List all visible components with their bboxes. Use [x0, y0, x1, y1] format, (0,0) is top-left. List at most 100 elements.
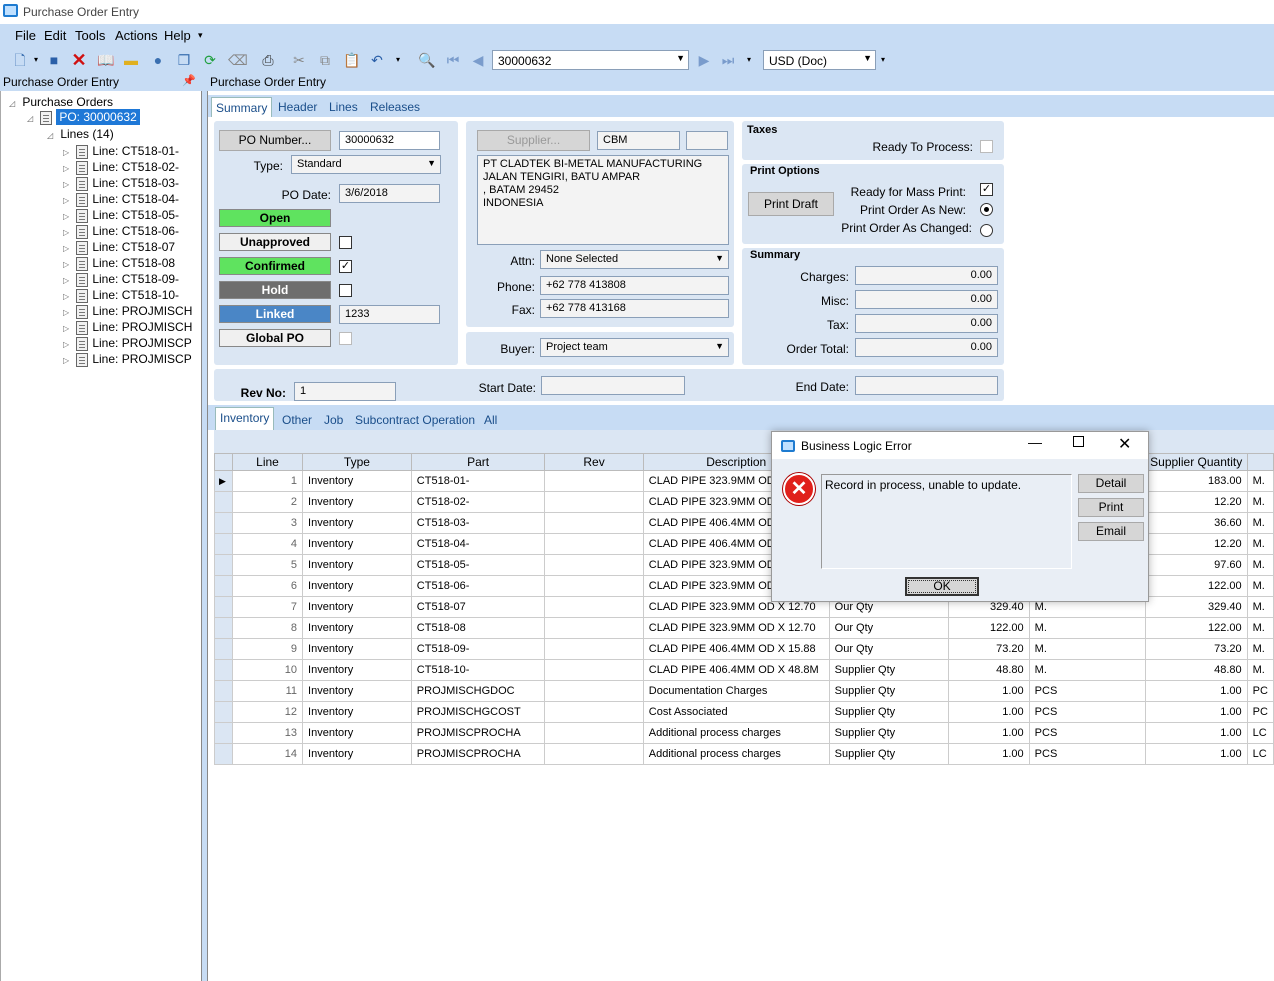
expand-icon[interactable]: ▷: [63, 340, 73, 349]
grid-cell-rev[interactable]: [544, 722, 644, 744]
grid-cell-line[interactable]: 6: [231, 575, 304, 597]
grid-cell-supqty[interactable]: 1.00: [1144, 701, 1248, 723]
expand-icon[interactable]: ▷: [63, 260, 73, 269]
expand-icon[interactable]: ▷: [63, 164, 73, 173]
grid-cell-uom[interactable]: PCS: [1028, 701, 1146, 723]
charges-field[interactable]: 0.00: [855, 266, 998, 285]
grid-cell-suom[interactable]: M.: [1246, 659, 1274, 681]
expand-icon[interactable]: ▷: [63, 292, 73, 301]
row-selector[interactable]: [214, 659, 233, 681]
grid-cell-supqty[interactable]: 73.20: [1144, 638, 1248, 660]
grid-cell-ourqty[interactable]: 1.00: [947, 680, 1030, 702]
fax-field[interactable]: +62 778 413168: [540, 299, 729, 318]
supplier-button[interactable]: Supplier...: [477, 130, 590, 151]
column-header-rev[interactable]: Rev: [544, 453, 644, 471]
expand-icon[interactable]: ▷: [63, 308, 73, 317]
start-date-field[interactable]: [541, 376, 685, 395]
grid-cell-part[interactable]: PROJMISCHGDOC: [410, 680, 546, 702]
unapproved-checkbox[interactable]: [339, 236, 352, 249]
menu-tools[interactable]: Tools: [75, 28, 105, 43]
tab-all[interactable]: All: [484, 413, 497, 427]
row-selector[interactable]: [214, 680, 233, 702]
grid-cell-suom[interactable]: LC: [1246, 743, 1274, 765]
table-row[interactable]: 14 Inventory PROJMISCPROCHA Additional proc…: [214, 743, 1274, 765]
ok-button[interactable]: OK: [905, 577, 979, 596]
column-header-supplier-uom[interactable]: [1246, 453, 1274, 471]
grid-cell-line[interactable]: 10: [231, 659, 304, 681]
grid-cell-type[interactable]: Inventory: [302, 701, 412, 723]
tree-node-line[interactable]: ▷ Line: PROJMISCP: [63, 352, 192, 367]
expand-icon[interactable]: ▷: [63, 148, 73, 157]
grid-cell-rev[interactable]: [544, 533, 644, 555]
grid-cell-line[interactable]: 1: [231, 470, 304, 492]
grid-cell-type[interactable]: Inventory: [302, 722, 412, 744]
table-row[interactable]: 8 Inventory CT518-08 CLAD PIPE 323.9MM OD X…: [214, 617, 1274, 639]
pin-icon[interactable]: 📌: [182, 74, 196, 87]
grid-cell-supqty[interactable]: 1.00: [1144, 743, 1248, 765]
row-selector[interactable]: [214, 575, 233, 597]
grid-cell-suom[interactable]: M.: [1246, 512, 1274, 534]
order-total-field[interactable]: 0.00: [855, 338, 998, 357]
grid-cell-suom[interactable]: M.: [1246, 533, 1274, 555]
grid-cell-type[interactable]: Inventory: [302, 491, 412, 513]
grid-cell-supqty[interactable]: 329.40: [1144, 596, 1248, 618]
grid-cell-rev[interactable]: [544, 512, 644, 534]
tab-subcontract-operation[interactable]: Subcontract Operation: [355, 413, 475, 427]
tree-node-line[interactable]: ▷ Line: PROJMISCH: [63, 304, 192, 319]
tree-node-lines[interactable]: ◿ Lines (14): [47, 127, 114, 141]
grid-cell-supqty[interactable]: 12.20: [1144, 533, 1248, 555]
row-selector[interactable]: [214, 701, 233, 723]
tree-node-line[interactable]: ▷ Line: CT518-08: [63, 256, 175, 271]
row-selector[interactable]: [214, 638, 233, 660]
grid-cell-ourqty[interactable]: 122.00: [947, 617, 1030, 639]
rev-field[interactable]: 1: [294, 382, 396, 401]
column-header-line[interactable]: Line: [231, 453, 304, 471]
grid-cell-line[interactable]: 11: [231, 680, 304, 702]
grid-cell-rev[interactable]: [544, 638, 644, 660]
grid-cell-desc[interactable]: Additional process charges: [642, 743, 830, 765]
grid-cell-supqty[interactable]: 48.80: [1144, 659, 1248, 681]
menu-help[interactable]: Help: [164, 28, 191, 43]
grid-cell-suom[interactable]: M.: [1246, 491, 1274, 513]
row-selector[interactable]: [214, 533, 233, 555]
row-selector[interactable]: [214, 722, 233, 744]
tab-inventory[interactable]: Inventory: [215, 407, 275, 430]
po-number-button[interactable]: PO Number...: [219, 130, 331, 151]
grid-cell-desc[interactable]: CLAD PIPE 406.4MM OD X 15.88: [642, 638, 830, 660]
grid-cell-ourqty[interactable]: 1.00: [947, 722, 1030, 744]
tab-other[interactable]: Other: [282, 413, 312, 427]
grid-cell-line[interactable]: 8: [231, 617, 304, 639]
tab-releases[interactable]: Releases: [370, 100, 420, 114]
tab-lines[interactable]: Lines: [329, 100, 358, 114]
print-as-new-radio[interactable]: [980, 203, 993, 216]
grid-cell-rev[interactable]: [544, 470, 644, 492]
grid-cell-line[interactable]: 12: [231, 701, 304, 723]
row-selector[interactable]: [214, 491, 233, 513]
attn-select[interactable]: None Selected ▼: [540, 250, 729, 269]
grid-cell-line[interactable]: 3: [231, 512, 304, 534]
tree-node-line[interactable]: ▷ Line: CT518-01-: [63, 144, 179, 159]
chevron-down-icon[interactable]: ▼: [676, 53, 685, 63]
tree-node-line[interactable]: ▷ Line: PROJMISCH: [63, 320, 192, 335]
grid-cell-part[interactable]: CT518-04-: [410, 533, 546, 555]
folder-icon[interactable]: ▬: [123, 52, 139, 68]
detail-button[interactable]: Detail: [1078, 474, 1144, 493]
grid-cell-qtytype[interactable]: Supplier Qty: [828, 680, 949, 702]
grid-cell-uom[interactable]: PCS: [1028, 722, 1146, 744]
tax-field[interactable]: 0.00: [855, 314, 998, 333]
tab-summary[interactable]: Summary: [211, 97, 273, 117]
collapse-icon[interactable]: ◿: [47, 131, 57, 140]
grid-cell-supqty[interactable]: 97.60: [1144, 554, 1248, 576]
first-record-icon[interactable]: ⏮: [445, 52, 461, 68]
undo-icon[interactable]: ↶: [369, 52, 385, 68]
grid-cell-suom[interactable]: M.: [1246, 575, 1274, 597]
print-button[interactable]: Print: [1078, 498, 1144, 517]
grid-cell-line[interactable]: 5: [231, 554, 304, 576]
grid-cell-qtytype[interactable]: Our Qty: [828, 638, 949, 660]
grid-cell-ourqty[interactable]: 1.00: [947, 701, 1030, 723]
grid-cell-supqty[interactable]: 12.20: [1144, 491, 1248, 513]
paste-icon[interactable]: 📋: [343, 52, 360, 68]
grid-cell-type[interactable]: Inventory: [302, 575, 412, 597]
column-header-type[interactable]: Type: [302, 453, 412, 471]
expand-icon[interactable]: ▷: [63, 180, 73, 189]
